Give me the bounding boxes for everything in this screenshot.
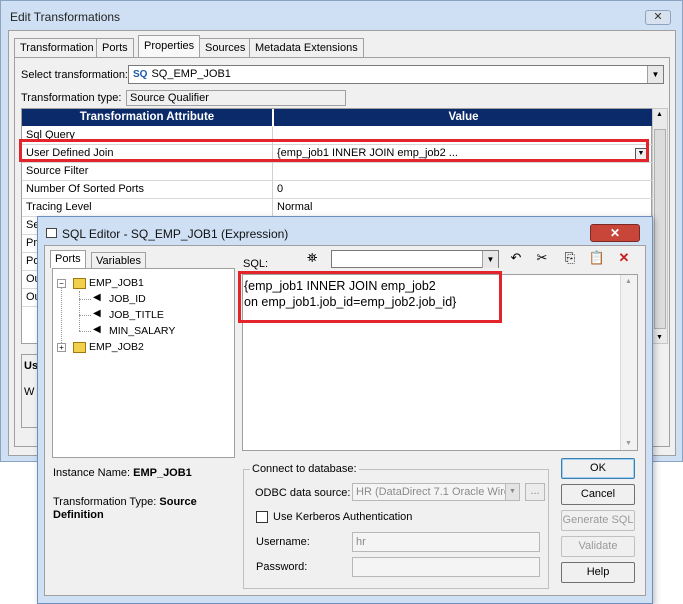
- password-label: Password:: [256, 561, 308, 573]
- connect-to-database-legend: Connect to database:: [250, 463, 359, 475]
- collapse-icon[interactable]: −: [57, 279, 66, 288]
- sql-label: SQL:: [243, 258, 269, 270]
- window-icon: [46, 228, 57, 238]
- attribute-name: Tracing Level: [26, 201, 92, 213]
- select-transformation-value: SQ_EMP_JOB1: [151, 68, 231, 80]
- grid-scrollbar[interactable]: ▲ ▼: [652, 108, 668, 344]
- odbc-data-source-value: HR (DataDirect 7.1 Oracle Wire: [356, 486, 511, 498]
- grid-row-sorted-ports[interactable]: Number Of Sorted Ports 0: [22, 181, 653, 199]
- close-icon[interactable]: ✕: [590, 224, 640, 242]
- attribute-value[interactable]: 0: [277, 183, 283, 195]
- scroll-thumb[interactable]: [654, 129, 666, 329]
- tree-item-emp-job1[interactable]: EMP_JOB1: [89, 277, 144, 289]
- tab-sources[interactable]: Sources: [199, 38, 252, 58]
- source-qualifier-icon: SQ: [133, 69, 148, 80]
- delete-icon[interactable]: ✕: [615, 249, 633, 267]
- grid-row-source-filter[interactable]: Source Filter: [22, 163, 653, 181]
- undo-icon[interactable]: ↶: [507, 249, 525, 267]
- attribute-value[interactable]: Normal: [277, 201, 312, 213]
- transformation-type-value: Source: [159, 496, 197, 508]
- instance-name-value: EMP_JOB1: [133, 467, 192, 479]
- attribute-name: Source Filter: [26, 165, 89, 177]
- chevron-down-icon[interactable]: ▼: [647, 66, 663, 83]
- odbc-data-source-label: ODBC data source:: [255, 487, 351, 499]
- tab-transformation[interactable]: Transformation: [14, 38, 100, 58]
- tab-properties[interactable]: Properties: [138, 35, 201, 58]
- password-field[interactable]: [352, 557, 540, 577]
- sql-scrollbar[interactable]: ▲ ▼: [620, 275, 637, 450]
- tree-item-job-title[interactable]: JOB_TITLE: [109, 309, 164, 321]
- attribute-name: Pr: [26, 237, 37, 249]
- scroll-down-icon[interactable]: ▼: [656, 334, 663, 341]
- tree-item-emp-job2[interactable]: EMP_JOB2: [89, 341, 144, 353]
- kerberos-label: Use Kerberos Authentication: [273, 511, 413, 523]
- cut-icon[interactable]: ✂: [533, 249, 551, 267]
- sql-editor-title: SQL Editor - SQ_EMP_JOB1 (Expression): [62, 227, 289, 241]
- tab-ports[interactable]: Ports: [96, 38, 134, 58]
- port-arrow-icon: ◀: [93, 308, 101, 319]
- browse-button[interactable]: ...: [525, 483, 545, 501]
- port-arrow-icon: ◀: [93, 292, 101, 303]
- cancel-button[interactable]: Cancel: [561, 484, 635, 505]
- description-text-fragment: W: [24, 386, 35, 398]
- grid-header-attribute: Transformation Attribute: [22, 109, 272, 126]
- find-binoculars-icon[interactable]: ⛯: [307, 250, 317, 266]
- attribute-name: Number Of Sorted Ports: [26, 183, 144, 195]
- paste-icon[interactable]: 📋: [588, 249, 606, 267]
- instance-name-label: Instance Name: EMP_JOB1: [53, 467, 192, 479]
- ok-button[interactable]: OK: [561, 458, 635, 479]
- transformation-type-value: Source Qualifier: [126, 90, 346, 106]
- tab-metadata-extensions[interactable]: Metadata Extensions: [249, 38, 364, 58]
- odbc-data-source-select[interactable]: HR (DataDirect 7.1 Oracle Wire ▼: [352, 483, 520, 501]
- expand-icon[interactable]: +: [57, 343, 66, 352]
- scroll-down-icon[interactable]: ▼: [625, 440, 632, 447]
- transformation-type-label: Transformation type:: [21, 92, 122, 104]
- find-combobox[interactable]: ▼: [331, 250, 499, 268]
- tree-item-min-salary[interactable]: MIN_SALARY: [109, 325, 175, 337]
- username-field[interactable]: hr: [352, 532, 540, 552]
- scroll-up-icon[interactable]: ▲: [625, 278, 632, 285]
- generate-sql-button[interactable]: Generate SQL: [561, 510, 635, 531]
- select-transformation-dropdown[interactable]: SQ SQ_EMP_JOB1 ▼: [128, 65, 664, 84]
- grid-header-value: Value: [274, 109, 653, 126]
- tree-item-job-id[interactable]: JOB_ID: [109, 293, 146, 305]
- close-icon[interactable]: ✕: [645, 10, 671, 25]
- chevron-down-icon[interactable]: ▼: [505, 484, 519, 500]
- grid-row-tracing-level[interactable]: Tracing Level Normal: [22, 199, 653, 217]
- transformation-type-label: Transformation Type: Source: [53, 496, 197, 508]
- validate-button[interactable]: Validate: [561, 536, 635, 557]
- username-label: Username:: [256, 536, 310, 548]
- highlight-box-sql: [238, 271, 502, 323]
- select-transformation-label: Select transformation:: [21, 69, 128, 81]
- help-button[interactable]: Help: [561, 562, 635, 583]
- table-icon: [73, 278, 86, 289]
- tab-ports[interactable]: Ports: [50, 250, 86, 268]
- chevron-down-icon[interactable]: ▼: [482, 251, 498, 268]
- transformation-type-value-cont: Definition: [53, 509, 104, 521]
- ports-tree: − EMP_JOB1 ◀ JOB_ID ◀ JOB_TITLE ◀ MIN_SA…: [52, 268, 235, 458]
- scroll-up-icon[interactable]: ▲: [656, 111, 663, 118]
- copy-icon[interactable]: ⎘: [561, 249, 579, 267]
- highlight-box-user-defined-join: [19, 139, 649, 162]
- kerberos-checkbox[interactable]: [256, 511, 268, 523]
- port-arrow-icon: ◀: [93, 324, 101, 335]
- window-title: Edit Transformations: [10, 10, 121, 24]
- table-icon: [73, 342, 86, 353]
